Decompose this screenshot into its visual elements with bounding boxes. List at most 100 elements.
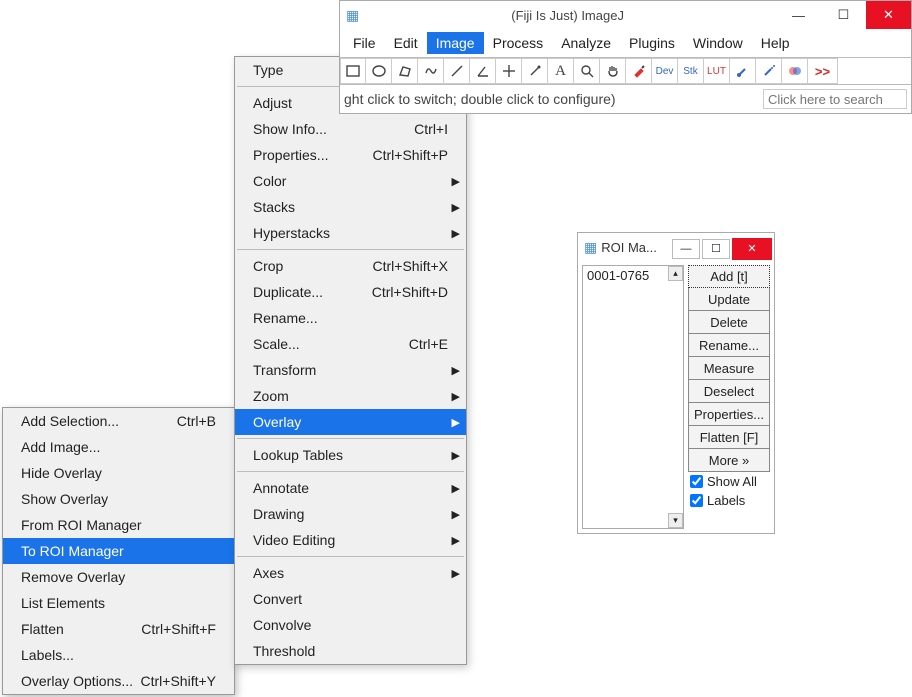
menubar-item-file[interactable]: File bbox=[344, 32, 385, 54]
search-input[interactable] bbox=[763, 89, 907, 109]
menu-item-label: Type bbox=[253, 62, 283, 78]
dropper-tool[interactable] bbox=[626, 58, 652, 84]
roi-window-controls: — ☐ ✕ bbox=[672, 235, 774, 260]
image-menu-item-annotate[interactable]: Annotate▶ bbox=[235, 475, 466, 501]
menu-item-label: Show Overlay bbox=[21, 491, 108, 507]
close-button[interactable]: ✕ bbox=[866, 1, 911, 29]
roi-deselect-button[interactable]: Deselect bbox=[688, 380, 770, 403]
stk-tool[interactable]: Stk bbox=[678, 58, 704, 84]
overlay-menu-item-hide-overlay[interactable]: Hide Overlay bbox=[3, 460, 234, 486]
menu-item-label: Lookup Tables bbox=[253, 447, 343, 463]
overlay-menu-item-overlay-options[interactable]: Overlay Options...Ctrl+Shift+Y bbox=[3, 668, 234, 694]
image-menu-item-zoom[interactable]: Zoom▶ bbox=[235, 383, 466, 409]
maximize-button[interactable]: ☐ bbox=[821, 1, 866, 29]
image-menu-item-hyperstacks[interactable]: Hyperstacks▶ bbox=[235, 220, 466, 246]
checkbox[interactable] bbox=[690, 475, 703, 488]
submenu-arrow-icon: ▶ bbox=[452, 364, 460, 377]
submenu-arrow-icon: ▶ bbox=[452, 534, 460, 547]
image-menu-item-convert[interactable]: Convert bbox=[235, 586, 466, 612]
image-menu-item-duplicate[interactable]: Duplicate...Ctrl+Shift+D bbox=[235, 279, 466, 305]
angle-tool[interactable] bbox=[470, 58, 496, 84]
roi-delete-button[interactable]: Delete bbox=[688, 311, 770, 334]
point-tool[interactable] bbox=[496, 58, 522, 84]
image-menu-item-scale[interactable]: Scale...Ctrl+E bbox=[235, 331, 466, 357]
image-menu-item-axes[interactable]: Axes▶ bbox=[235, 560, 466, 586]
roi-measure-button[interactable]: Measure bbox=[688, 357, 770, 380]
submenu-arrow-icon: ▶ bbox=[452, 482, 460, 495]
blend-tool[interactable] bbox=[782, 58, 808, 84]
overlay-menu-item-remove-overlay[interactable]: Remove Overlay bbox=[3, 564, 234, 590]
checkbox[interactable] bbox=[690, 494, 703, 507]
oval-tool[interactable] bbox=[366, 58, 392, 84]
menubar-item-help[interactable]: Help bbox=[752, 32, 799, 54]
menu-item-label: Convolve bbox=[253, 617, 311, 633]
text-tool[interactable]: A bbox=[548, 58, 574, 84]
roi-more-button[interactable]: More » bbox=[688, 449, 770, 472]
image-menu-item-lookup-tables[interactable]: Lookup Tables▶ bbox=[235, 442, 466, 468]
roi-titlebar: ▦ ROI Ma... — ☐ ✕ bbox=[578, 233, 774, 261]
image-menu-item-threshold[interactable]: Threshold bbox=[235, 638, 466, 664]
menubar-item-process[interactable]: Process bbox=[484, 32, 553, 54]
checkbox-label: Show All bbox=[707, 474, 757, 489]
roi-close-button[interactable]: ✕ bbox=[732, 238, 772, 260]
menubar-item-edit[interactable]: Edit bbox=[385, 32, 427, 54]
image-menu-item-drawing[interactable]: Drawing▶ bbox=[235, 501, 466, 527]
wand-tool[interactable] bbox=[522, 58, 548, 84]
roi-rename-button[interactable]: Rename... bbox=[688, 334, 770, 357]
menu-item-label: List Elements bbox=[21, 595, 105, 611]
roi-button-panel: Add [t]UpdateDeleteRename...MeasureDesel… bbox=[688, 265, 770, 529]
menubar-item-plugins[interactable]: Plugins bbox=[620, 32, 684, 54]
overlay-menu-item-from-roi-manager[interactable]: From ROI Manager bbox=[3, 512, 234, 538]
rect-tool[interactable] bbox=[340, 58, 366, 84]
overlay-menu-item-to-roi-manager[interactable]: To ROI Manager bbox=[3, 538, 234, 564]
scroll-up-button[interactable]: ▴ bbox=[668, 266, 683, 281]
hand-tool[interactable] bbox=[600, 58, 626, 84]
overlay-menu-item-add-image[interactable]: Add Image... bbox=[3, 434, 234, 460]
image-menu-item-convolve[interactable]: Convolve bbox=[235, 612, 466, 638]
roi-update-button[interactable]: Update bbox=[688, 288, 770, 311]
image-menu-item-overlay[interactable]: Overlay▶ bbox=[235, 409, 466, 435]
scroll-down-button[interactable]: ▾ bbox=[668, 513, 683, 528]
image-menu-item-rename[interactable]: Rename... bbox=[235, 305, 466, 331]
roi-check-show-all[interactable]: Show All bbox=[688, 472, 770, 491]
roi-flatten-f-button[interactable]: Flatten [F] bbox=[688, 426, 770, 449]
menubar-item-window[interactable]: Window bbox=[684, 32, 752, 54]
menu-item-label: Duplicate... bbox=[253, 284, 323, 300]
roi-list[interactable]: 0001-0765 ▴ ▾ bbox=[582, 265, 684, 529]
image-menu-item-video-editing[interactable]: Video Editing▶ bbox=[235, 527, 466, 553]
image-menu-item-stacks[interactable]: Stacks▶ bbox=[235, 194, 466, 220]
overlay-menu-item-flatten[interactable]: FlattenCtrl+Shift+F bbox=[3, 616, 234, 642]
submenu-arrow-icon: ▶ bbox=[452, 567, 460, 580]
freehand-tool[interactable] bbox=[418, 58, 444, 84]
menubar: FileEditImageProcessAnalyzePluginsWindow… bbox=[340, 29, 911, 57]
menubar-item-image[interactable]: Image bbox=[427, 32, 484, 54]
image-menu-item-transform[interactable]: Transform▶ bbox=[235, 357, 466, 383]
line-tool[interactable] bbox=[444, 58, 470, 84]
lut-tool[interactable]: LUT bbox=[704, 58, 730, 84]
roi-check-labels[interactable]: Labels bbox=[688, 491, 770, 510]
polygon-tool[interactable] bbox=[392, 58, 418, 84]
image-menu-item-crop[interactable]: CropCtrl+Shift+X bbox=[235, 253, 466, 279]
roi-minimize-button[interactable]: — bbox=[672, 239, 700, 259]
roi-maximize-button[interactable]: ☐ bbox=[702, 239, 730, 259]
submenu-arrow-icon: ▶ bbox=[452, 390, 460, 403]
overlay-menu-item-list-elements[interactable]: List Elements bbox=[3, 590, 234, 616]
more-tool[interactable]: >> bbox=[808, 58, 838, 84]
magnify-tool[interactable] bbox=[574, 58, 600, 84]
brush-tool[interactable] bbox=[730, 58, 756, 84]
image-menu-item-color[interactable]: Color▶ bbox=[235, 168, 466, 194]
image-menu-item-properties[interactable]: Properties...Ctrl+Shift+P bbox=[235, 142, 466, 168]
roi-add-t-button[interactable]: Add [t] bbox=[688, 265, 770, 288]
minimize-button[interactable]: — bbox=[776, 1, 821, 29]
spray-tool[interactable] bbox=[756, 58, 782, 84]
overlay-menu-item-add-selection[interactable]: Add Selection...Ctrl+B bbox=[3, 408, 234, 434]
app-icon: ▦ bbox=[346, 7, 359, 24]
submenu-arrow-icon: ▶ bbox=[452, 416, 460, 429]
image-menu-item-show-info[interactable]: Show Info...Ctrl+I bbox=[235, 116, 466, 142]
overlay-menu-item-show-overlay[interactable]: Show Overlay bbox=[3, 486, 234, 512]
roi-body: 0001-0765 ▴ ▾ Add [t]UpdateDeleteRename.… bbox=[578, 261, 774, 533]
overlay-menu-item-labels[interactable]: Labels... bbox=[3, 642, 234, 668]
roi-properties-button[interactable]: Properties... bbox=[688, 403, 770, 426]
menubar-item-analyze[interactable]: Analyze bbox=[552, 32, 620, 54]
dev-tool[interactable]: Dev bbox=[652, 58, 678, 84]
